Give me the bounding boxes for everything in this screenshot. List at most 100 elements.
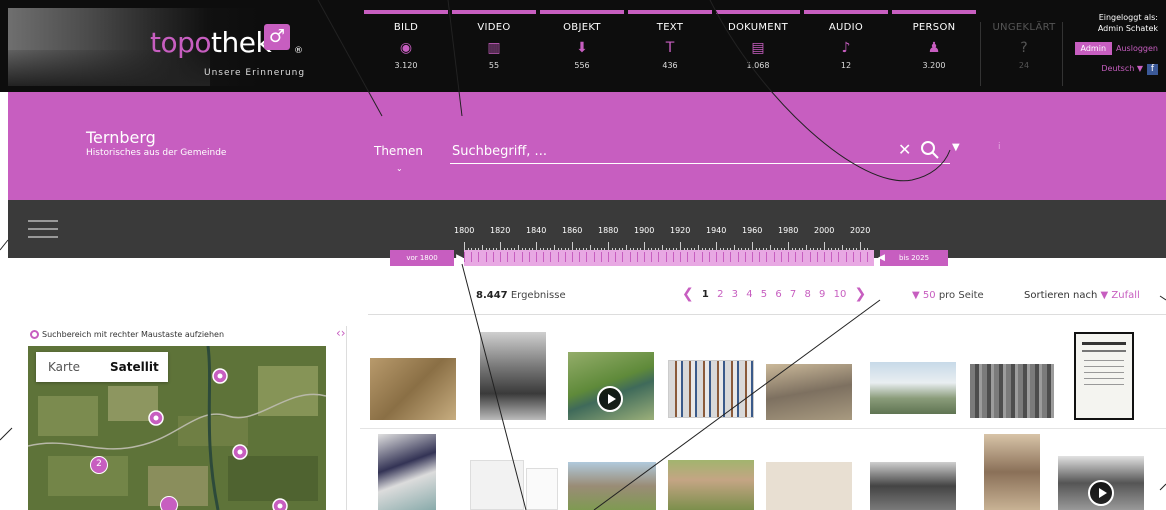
pagination: ❮ 1 2 3 4 5 6 7 8 9 10 ❯ [682,286,871,302]
target-icon [30,330,39,339]
category-ungeklaert[interactable]: UNGEKLÄRT ? 24 [982,10,1066,88]
timeline-range-slider[interactable] [464,250,874,266]
page-link[interactable]: 1 [702,289,709,300]
page-link[interactable]: 9 [819,289,825,300]
map-cluster-marker[interactable]: 2 [90,456,108,474]
page-link[interactable]: 4 [746,289,752,300]
info-icon[interactable]: i [998,142,1001,152]
timeline-range-tick [485,252,487,262]
result-thumbnail[interactable] [970,364,1054,418]
result-thumbnail[interactable] [668,460,754,510]
result-thumbnail[interactable] [480,332,546,420]
search-input[interactable] [452,140,872,162]
result-thumbnail[interactable] [870,362,956,414]
category-count: 3.120 [394,61,418,70]
page-link[interactable]: 8 [804,289,810,300]
timeline-end-handle[interactable]: bis 2025 [878,250,948,266]
map-marker-icon[interactable] [272,498,288,510]
result-thumbnail[interactable] [766,364,852,420]
category-label: OBJEKT [563,22,601,33]
category-label: BILD [393,22,419,33]
brand-logo[interactable]: topothek [150,26,272,59]
result-thumbnail-video[interactable] [568,352,654,420]
result-thumbnail[interactable] [870,462,956,510]
category-label: DOKUMENT [727,22,789,33]
result-thumbnail-document[interactable] [1074,332,1134,420]
text-t-icon: T [665,40,675,56]
category-label: UNGEKLÄRT [992,22,1056,33]
timeline-range-tick [622,252,624,262]
result-thumbnail[interactable] [470,460,524,510]
themes-dropdown[interactable]: Themen [374,144,423,158]
category-accent-bar [804,10,888,14]
logout-link[interactable]: Ausloggen [1116,44,1158,53]
category-count: 12 [840,61,852,70]
timeline-range-tick [816,252,818,262]
search-icon[interactable] [920,140,940,160]
category-text[interactable]: TEXT T 436 [628,10,712,88]
page-link[interactable]: 2 [717,289,723,300]
brand-badge-icon: ♂ [264,24,290,50]
map-marker-icon[interactable] [232,444,248,460]
language-selector[interactable]: Deutsch ▼ f [1058,63,1158,75]
timeline-range-tick [809,252,811,262]
chevron-left-icon[interactable]: ❮ [682,286,694,302]
result-thumbnail[interactable] [668,360,754,418]
row-divider [360,428,1166,429]
timeline-year-label: 1880 [598,226,619,235]
category-separator [980,22,981,86]
timeline-start-handle[interactable]: vor 1800 [390,250,463,266]
admin-button[interactable]: Admin [1074,42,1113,55]
result-thumbnail-document[interactable] [766,462,852,510]
chevron-right-icon[interactable]: ❯ [855,286,867,302]
timeline-range-tick [845,252,847,262]
place-title[interactable]: Ternberg Historisches aus der Gemeinde [86,128,226,158]
timeline-range-tick [824,252,825,262]
timeline-range-tick [500,252,501,262]
result-thumbnail-document[interactable] [526,468,558,510]
timeline-year-label: 1840 [526,226,547,235]
language-label: Deutsch [1101,64,1135,73]
timeline-range-tick [795,252,797,262]
map-marker-icon[interactable] [148,410,164,426]
page-link[interactable]: 3 [732,289,738,300]
timeline-year-label: 1980 [778,226,799,235]
map-marker-icon[interactable] [212,368,228,384]
per-page-selector[interactable]: ▼ 50 pro Seite [912,290,984,301]
timeline-range-tick [780,252,782,262]
tab-map[interactable]: Karte [48,360,80,374]
map-collapse-toggle[interactable]: ‹› [336,326,346,340]
timeline-range-tick [492,252,494,262]
category-objekt[interactable]: OBJEKT ⬇ 556 [540,10,624,88]
timeline-year-label: 1940 [706,226,727,235]
page-link[interactable]: 7 [790,289,796,300]
tab-satellite[interactable]: Satellit [110,360,159,374]
page-link[interactable]: 10 [834,289,847,300]
search-options-chevron-icon[interactable]: ▼ [952,142,960,153]
category-video[interactable]: VIDEO ▥ 55 [452,10,536,88]
category-person[interactable]: PERSON ♟ 3.200 [892,10,976,88]
result-thumbnail[interactable] [378,434,436,510]
category-bild[interactable]: BILD ◉ 3.120 [364,10,448,88]
sort-selector[interactable]: Sortieren nach ▼ Zufall [1024,290,1140,301]
facebook-icon[interactable]: f [1147,64,1158,75]
category-audio[interactable]: AUDIO ♪ 12 [804,10,888,88]
timeline-range-tick [507,252,509,262]
map-type-tabs: Karte Satellit [36,352,168,382]
login-username: Admin Schatek [1097,24,1158,33]
category-dokument[interactable]: DOKUMENT ▤ 1.068 [716,10,800,88]
menu-icon[interactable] [28,220,58,240]
timeline-range-tick [536,252,537,262]
map-cluster-marker[interactable] [160,496,178,510]
category-label: TEXT [656,22,684,33]
timeline-range-tick [737,252,739,262]
page-link[interactable]: 5 [761,289,767,300]
result-thumbnail[interactable] [984,434,1040,510]
clear-icon[interactable]: ✕ [898,140,911,159]
page-link[interactable]: 6 [775,289,781,300]
result-thumbnail[interactable] [568,462,656,510]
timeline-range-tick [514,252,516,262]
timeline-year-label: 1920 [670,226,691,235]
result-thumbnail-video[interactable] [1058,456,1144,510]
result-thumbnail[interactable] [370,358,456,420]
